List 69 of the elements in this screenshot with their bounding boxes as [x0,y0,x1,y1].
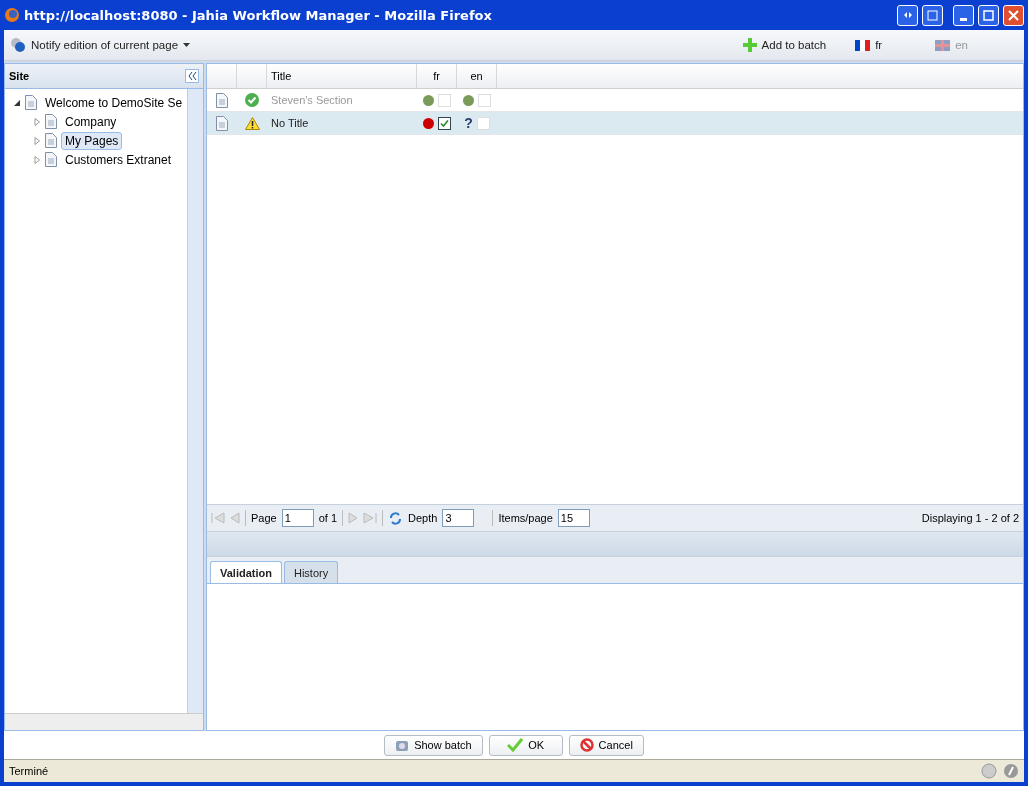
items-per-page-label: Items/page [498,512,553,524]
items-per-page-field[interactable]: 15 [557,509,590,527]
arrows-icon [902,11,913,19]
last-page-icon[interactable] [363,512,378,524]
vertical-scrollbar[interactable] [187,89,203,713]
first-page-icon[interactable] [211,512,225,524]
close-button[interactable] [1003,4,1024,26]
tree-item[interactable]: Welcome to DemoSite Se [41,93,187,112]
column-header[interactable]: fr [417,64,457,88]
window-icon [927,9,938,21]
notify-menu-button[interactable]: Notify edition of current page [31,39,191,51]
depth-field[interactable]: 3 [442,509,475,527]
refresh-icon[interactable] [388,510,404,526]
table-row[interactable]: No Title ? [207,112,1023,135]
tab[interactable]: Validation [210,561,282,583]
batch-button[interactable]: Show batch [384,734,483,756]
page-field[interactable]: 1 [281,509,314,527]
collapse-arrow-icon[interactable] [13,98,21,107]
minimize-icon [960,17,967,21]
page-icon [216,115,228,131]
depth-label: Depth [408,512,438,524]
column-header[interactable]: en [457,64,497,88]
checkbox[interactable] [438,116,451,130]
checkmark-icon [507,738,524,752]
collapse-icon[interactable] [185,69,199,83]
page-label: Page [251,512,277,524]
page-icon [45,114,57,129]
page-icon [45,152,57,167]
camera-icon [395,738,410,752]
status-text: Terminé [9,765,49,777]
tree-item[interactable]: Company [61,112,121,131]
window-title: http://localhost:8080 - Jahia Workflow Manager - Mozilla Firefox [24,7,493,23]
title-cell-text: Steven's Section [270,94,354,106]
next-page-icon[interactable] [348,512,359,524]
column-header[interactable]: Title [267,64,417,88]
page-icon [45,133,57,148]
add-to-batch-button[interactable]: Add to batch [761,39,827,51]
close-icon [1008,9,1019,21]
panel-title: Site [9,70,30,82]
expand-arrow-icon[interactable] [33,117,41,126]
expand-arrow-icon[interactable] [33,136,41,145]
cancel-icon [579,738,594,752]
displaying-text: Displaying 1 - 2 of 2 [921,512,1019,524]
window-control-button[interactable] [897,4,918,26]
expand-arrow-icon[interactable] [33,155,41,164]
browser-logo-icon [4,7,20,23]
maximize-button[interactable] [978,4,999,26]
page-count: of 1 [318,512,338,524]
tab[interactable]: History [283,561,339,583]
minimize-button[interactable] [953,4,974,26]
language-button[interactable]: fr [875,39,883,51]
horizontal-scrollbar[interactable] [5,713,203,730]
ok-button[interactable]: OK [488,734,563,756]
tree-item[interactable]: Customers Extranet [61,150,176,169]
title-cell-text: No Title [270,117,310,129]
cancel-button[interactable]: Cancel [568,734,644,756]
plus-icon [742,38,757,52]
previous-page-icon[interactable] [230,512,240,524]
flag-icon [935,39,951,51]
page-icon [216,92,228,108]
dropdown-caret-icon [183,42,191,48]
unknown-status-text: ? [464,115,473,131]
page-icon [25,95,37,110]
status-circle-icon [981,763,997,779]
flag-icon [855,39,871,51]
window-control-button[interactable] [922,4,943,26]
slash-circle-icon [1003,763,1019,779]
maximize-icon [983,9,994,21]
tree-item[interactable]: My Pages [61,131,123,150]
